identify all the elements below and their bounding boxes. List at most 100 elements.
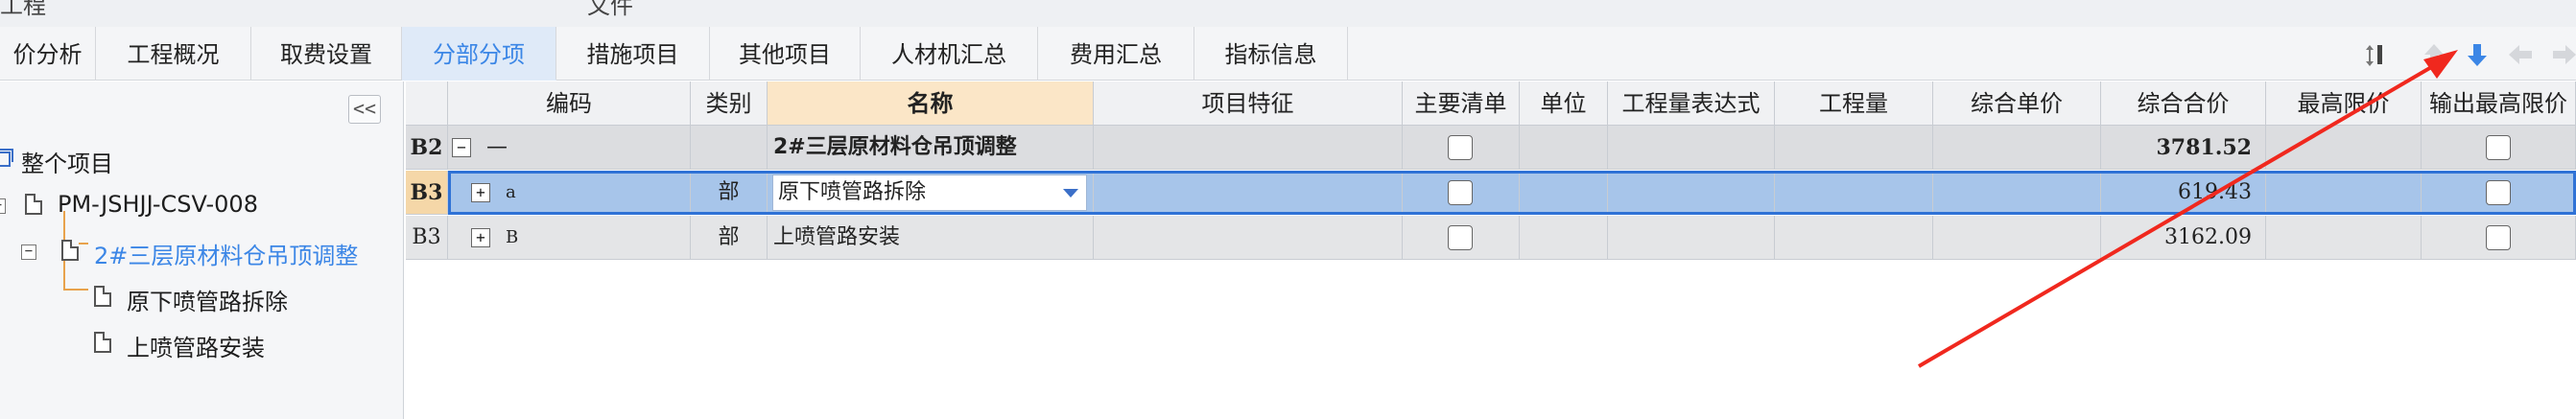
unit-cell[interactable]	[1520, 171, 1608, 215]
tab-bar: 价分析 工程概况 取费设置 分部分项 措施项目 其他项目 人材机汇总 费用汇总 …	[0, 27, 2576, 81]
tree-node-upper-pipe-install[interactable]: 上喷管路安装	[127, 329, 265, 362]
code-cell[interactable]: + B	[448, 216, 691, 260]
tree-expander[interactable]: −	[0, 198, 6, 214]
name-edit-field[interactable]: 原下喷管路拆除	[772, 175, 1087, 211]
tree-connector	[63, 289, 88, 291]
quantity-cell[interactable]	[1775, 171, 1933, 215]
project-tree-panel: << 整个项目 − PM-JSHJJ-CSV-008 − 2#三层原材料仓吊顶调…	[0, 81, 404, 419]
document-icon	[25, 194, 42, 215]
row-number: B2	[406, 126, 448, 170]
name-edit-text: 原下喷管路拆除	[778, 180, 927, 204]
tab-indicator-info[interactable]: 指标信息	[1194, 27, 1348, 81]
type-cell[interactable]: 部	[691, 171, 768, 215]
name-cell[interactable]: 上喷管路安装	[768, 216, 1094, 260]
tab-cost-summary[interactable]: 费用汇总	[1038, 27, 1194, 81]
total-price-cell[interactable]: 3781.52	[2101, 126, 2266, 170]
header-quantity[interactable]: 工程量	[1775, 81, 1933, 126]
quantity-expr-cell[interactable]	[1608, 126, 1775, 170]
move-up-icon[interactable]	[2420, 40, 2448, 69]
unit-cell[interactable]	[1520, 216, 1608, 260]
code-text: a	[506, 182, 516, 202]
quantity-cell[interactable]	[1775, 126, 1933, 170]
main-list-cell[interactable]	[1403, 171, 1520, 215]
tab-labor-material-summary[interactable]: 人材机汇总	[861, 27, 1038, 81]
sort-icon[interactable]	[2362, 40, 2391, 69]
output-max-price-cell[interactable]	[2422, 216, 2576, 260]
code-cell[interactable]: − —	[448, 126, 691, 170]
header-main-list[interactable]: 主要清单	[1403, 81, 1520, 126]
collapse-panel-button[interactable]: <<	[348, 95, 381, 124]
sub-items-grid: 编码 类别 名称 项目特征 主要清单 单位 工程量表达式 工程量 综合单价 综合…	[406, 81, 2576, 419]
tree-expander[interactable]: −	[21, 244, 36, 260]
quantity-cell[interactable]	[1775, 216, 1933, 260]
header-unit-price[interactable]: 综合单价	[1933, 81, 2101, 126]
header-quantity-expr[interactable]: 工程量表达式	[1608, 81, 1775, 126]
feature-cell[interactable]	[1094, 216, 1403, 260]
type-cell[interactable]: 部	[691, 216, 768, 260]
header-feature[interactable]: 项目特征	[1094, 81, 1403, 126]
row-expander[interactable]: +	[471, 228, 490, 247]
tab-sub-items[interactable]: 分部分项	[402, 27, 556, 81]
row-number: B3	[406, 216, 448, 260]
code-text: B	[506, 227, 519, 247]
tab-measures[interactable]: 措施项目	[556, 27, 710, 81]
table-row[interactable]: B2 − — 2#三层原材料仓吊顶调整 3781.52	[406, 126, 2576, 170]
table-row[interactable]: B3 + B 部 上喷管路安装 3162.09	[406, 216, 2576, 260]
chevron-down-icon[interactable]	[1063, 189, 1078, 198]
quantity-expr-cell[interactable]	[1608, 216, 1775, 260]
move-right-icon[interactable]	[2550, 40, 2576, 69]
header-unit[interactable]: 单位	[1520, 81, 1608, 126]
code-cell[interactable]: + a	[448, 171, 691, 215]
document-icon	[94, 286, 111, 307]
header-max-price[interactable]: 最高限价	[2266, 81, 2422, 126]
max-price-cell[interactable]	[2266, 126, 2422, 170]
move-left-icon[interactable]	[2506, 40, 2535, 69]
tab-fee-settings[interactable]: 取费设置	[251, 27, 402, 81]
document-icon	[61, 240, 79, 261]
output-max-price-checkbox[interactable]	[2486, 135, 2511, 160]
row-number: B3	[406, 171, 448, 215]
row-expander[interactable]: −	[452, 138, 471, 157]
unit-cell[interactable]	[1520, 126, 1608, 170]
header-total-price[interactable]: 综合合价	[2101, 81, 2266, 126]
name-cell[interactable]: 2#三层原材料仓吊顶调整	[768, 126, 1094, 170]
max-price-cell[interactable]	[2266, 216, 2422, 260]
output-max-price-cell[interactable]	[2422, 126, 2576, 170]
quantity-expr-cell[interactable]	[1608, 171, 1775, 215]
row-expander[interactable]: +	[471, 183, 490, 202]
document-icon	[94, 332, 111, 353]
tab-analysis[interactable]: 价分析	[0, 27, 96, 81]
unit-price-cell[interactable]	[1933, 126, 2101, 170]
output-max-price-checkbox[interactable]	[2486, 225, 2511, 250]
tab-project-overview[interactable]: 工程概况	[96, 27, 251, 81]
header-type[interactable]: 类别	[691, 81, 768, 126]
menu-item-file[interactable]: 文件	[587, 0, 633, 20]
tree-node-ceiling-adjustment[interactable]: 2#三层原材料仓吊顶调整	[94, 237, 358, 270]
total-price-cell[interactable]: 619.43	[2101, 171, 2266, 215]
main-list-checkbox[interactable]	[1448, 225, 1473, 250]
name-cell[interactable]: 原下喷管路拆除	[768, 171, 1094, 215]
menu-item-project[interactable]: 工程	[0, 0, 46, 20]
tree-node-whole-project[interactable]: 整个项目	[21, 145, 113, 178]
type-cell[interactable]	[691, 126, 768, 170]
header-output-max-price[interactable]: 输出最高限价	[2422, 81, 2576, 126]
max-price-cell[interactable]	[2266, 171, 2422, 215]
main-list-checkbox[interactable]	[1448, 180, 1473, 205]
main-list-cell[interactable]	[1403, 216, 1520, 260]
tree-node-project-code[interactable]: PM-JSHJJ-CSV-008	[58, 191, 258, 218]
output-max-price-cell[interactable]	[2422, 171, 2576, 215]
table-row[interactable]: B3 + a 部 原下喷管路拆除 619.43	[406, 171, 2576, 215]
unit-price-cell[interactable]	[1933, 216, 2101, 260]
move-down-icon[interactable]	[2463, 40, 2492, 69]
feature-cell[interactable]	[1094, 171, 1403, 215]
feature-cell[interactable]	[1094, 126, 1403, 170]
main-list-cell[interactable]	[1403, 126, 1520, 170]
tree-node-lower-pipe-removal[interactable]: 原下喷管路拆除	[127, 283, 288, 316]
unit-price-cell[interactable]	[1933, 171, 2101, 215]
tab-other-items[interactable]: 其他项目	[710, 27, 861, 81]
output-max-price-checkbox[interactable]	[2486, 180, 2511, 205]
header-code[interactable]: 编码	[448, 81, 691, 126]
header-name[interactable]: 名称	[768, 81, 1094, 126]
main-list-checkbox[interactable]	[1448, 135, 1473, 160]
total-price-cell[interactable]: 3162.09	[2101, 216, 2266, 260]
